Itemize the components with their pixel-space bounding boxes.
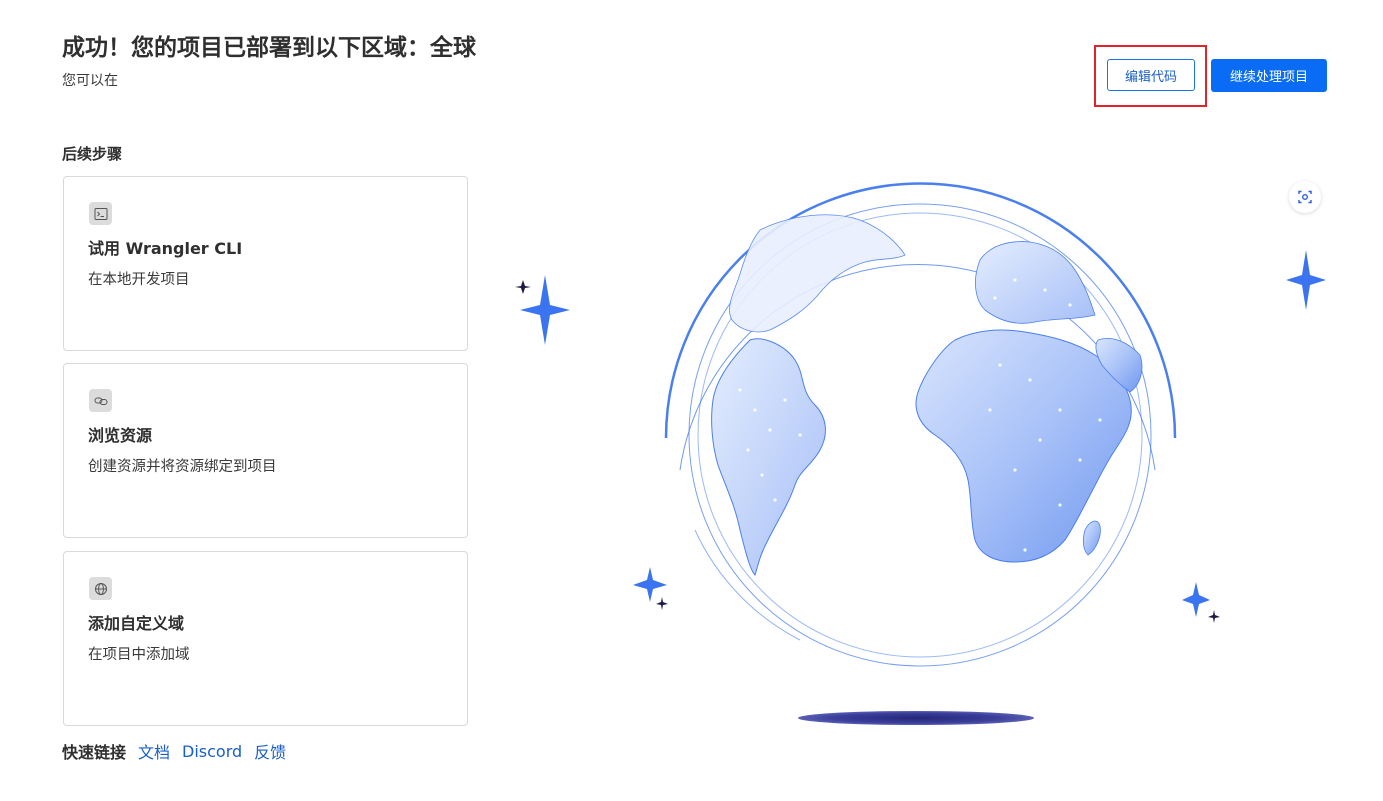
card-custom-domain[interactable]: 添加自定义域 在项目中添加域 xyxy=(63,551,468,726)
card-title: 添加自定义域 xyxy=(88,614,185,633)
sparkle-star-bottom-right-small xyxy=(1208,610,1220,623)
card-description: 在本地开发项目 xyxy=(88,272,190,288)
globe-shadow xyxy=(798,711,1034,725)
edit-code-button[interactable]: 编辑代码 xyxy=(1107,59,1195,91)
terminal-icon xyxy=(89,202,112,225)
card-description: 创建资源并将资源绑定到项目 xyxy=(88,459,277,475)
globe-illustration xyxy=(515,182,1326,725)
north-america-shape xyxy=(729,214,906,333)
card-title: 试用 Wrangler CLI xyxy=(88,239,243,258)
card-description: 在项目中添加域 xyxy=(88,647,190,663)
quick-links: 快速链接 文档 Discord 反馈 xyxy=(62,739,298,763)
south-america-shape xyxy=(711,338,826,576)
sparkle-star-bottom-left xyxy=(633,567,667,602)
continue-project-button[interactable]: 继续处理项目 xyxy=(1211,59,1327,92)
europe-shape xyxy=(975,241,1096,324)
card-wrangler-cli[interactable]: 试用 Wrangler CLI 在本地开发项目 xyxy=(63,176,468,351)
globe-icon xyxy=(89,577,112,600)
sparkle-star-right-top xyxy=(1286,250,1326,310)
link-icon xyxy=(89,389,112,412)
card-browse-resources[interactable]: 浏览资源 创建资源并将资源绑定到项目 xyxy=(63,363,468,538)
quick-links-label: 快速链接 xyxy=(62,743,127,762)
page-title: 成功！您的项目已部署到以下区域：全球 xyxy=(62,35,476,61)
deploy-success-page: 成功！您的项目已部署到以下区域：全球 您可以在 编辑代码 继续处理项目 后续步骤… xyxy=(0,0,1383,801)
sparkle-star-bottom-right xyxy=(1182,582,1210,617)
sparkle-star-large-left xyxy=(520,275,570,345)
link-feedback[interactable]: 反馈 xyxy=(254,739,286,763)
link-docs[interactable]: 文档 xyxy=(138,739,170,763)
next-steps-title: 后续步骤 xyxy=(62,145,123,163)
page-subtitle: 您可以在 xyxy=(62,73,118,89)
link-discord[interactable]: Discord xyxy=(182,742,242,761)
sparkle-star-bottom-left-small xyxy=(656,597,668,610)
sparkle-star-small-left xyxy=(515,280,531,294)
card-title: 浏览资源 xyxy=(88,426,153,445)
